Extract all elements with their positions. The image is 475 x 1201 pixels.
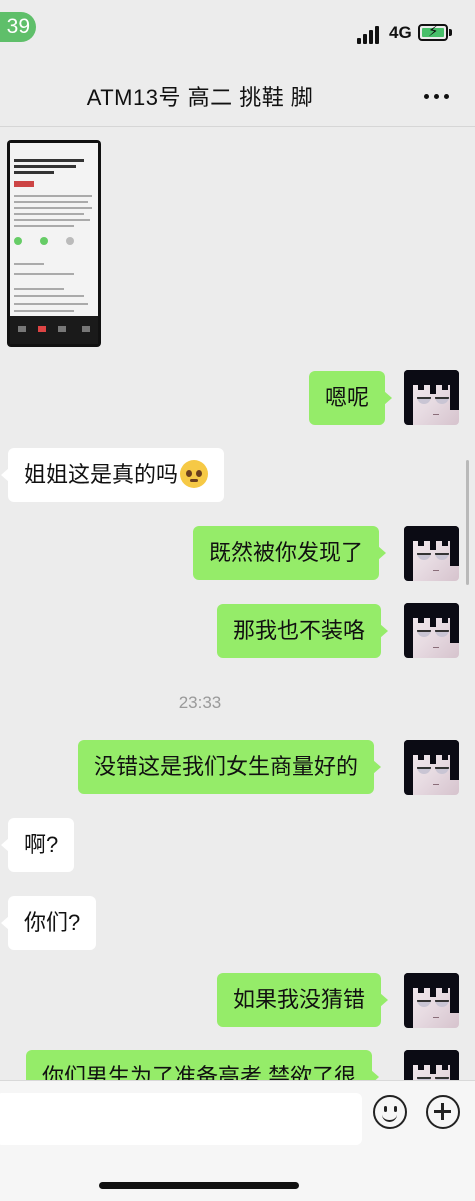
message-bubble-sent[interactable]: 如果我没猜错 <box>217 973 389 1027</box>
chat-header: ATM13号 高二 挑鞋 脚 <box>0 60 475 127</box>
message-timestamp: 23:33 <box>178 693 222 712</box>
home-indicator <box>99 1182 299 1189</box>
avatar[interactable] <box>404 603 459 658</box>
message-text: 姐姐这是真的吗 <box>24 462 179 487</box>
message-bubble-sent[interactable]: 嗯呢 <box>309 371 393 425</box>
message-bubble-received[interactable]: 啊? <box>0 818 75 872</box>
more-dots-icon[interactable] <box>424 94 452 100</box>
avatar[interactable] <box>404 973 459 1028</box>
chat-title: ATM13号 高二 挑鞋 脚 <box>86 85 314 110</box>
message-bubble-received[interactable]: 你们? <box>0 896 97 950</box>
avatar[interactable] <box>404 526 459 581</box>
battery-icon: ⚡ <box>418 23 452 41</box>
message-bubble-sent[interactable]: 没错这是我们女生商量好的 <box>78 740 382 794</box>
input-bar <box>0 1080 475 1201</box>
avatar[interactable] <box>404 740 459 795</box>
shared-screenshot-image[interactable] <box>7 140 101 347</box>
smiley-icon[interactable] <box>373 1095 407 1129</box>
message-bubble-received[interactable]: 姐姐这是真的吗 <box>0 448 225 502</box>
pleading-face-emoji-icon <box>180 460 209 489</box>
signal-icon <box>357 24 383 44</box>
message-bubble-sent[interactable]: 既然被你发现了 <box>193 526 387 580</box>
message-input[interactable] <box>0 1093 362 1145</box>
scrollbar[interactable] <box>466 460 469 585</box>
status-time: 39 <box>0 12 36 42</box>
network-type: 4G <box>389 23 412 42</box>
status-bar: 39 4G ⚡ <box>0 0 475 60</box>
plus-circle-icon[interactable] <box>426 1095 460 1129</box>
message-bubble-sent[interactable]: 那我也不装咯 <box>217 604 389 658</box>
avatar[interactable] <box>404 370 459 425</box>
